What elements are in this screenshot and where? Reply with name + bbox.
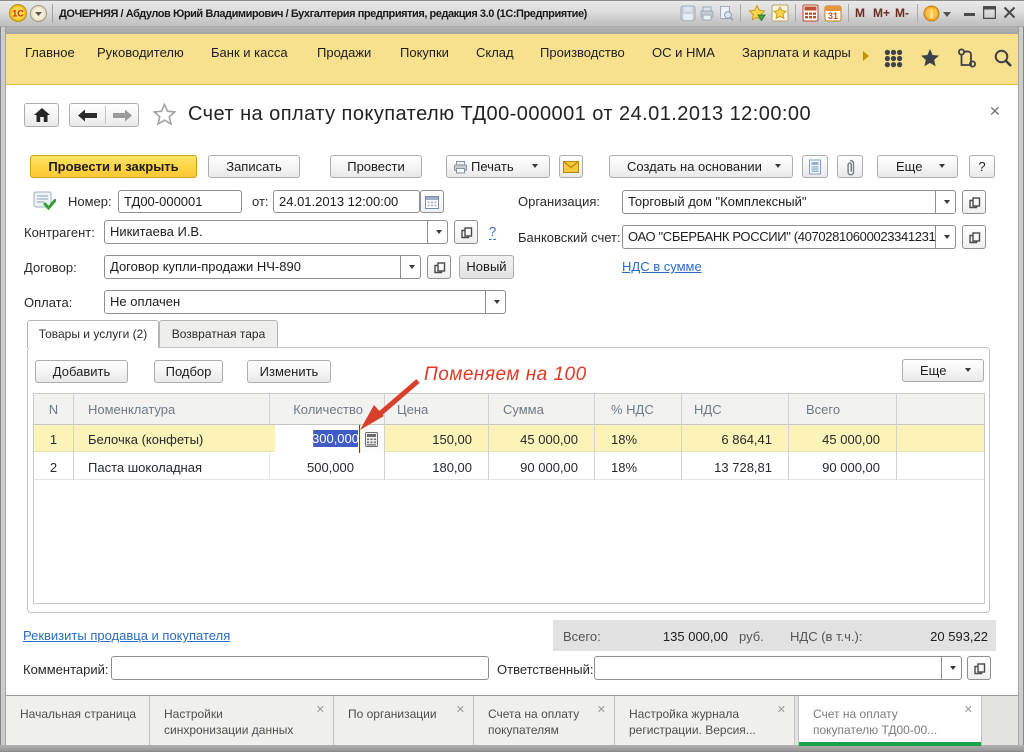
svg-text:i: i [930,10,933,21]
svg-text:31: 31 [828,11,838,21]
svg-text:1С: 1С [12,9,24,19]
